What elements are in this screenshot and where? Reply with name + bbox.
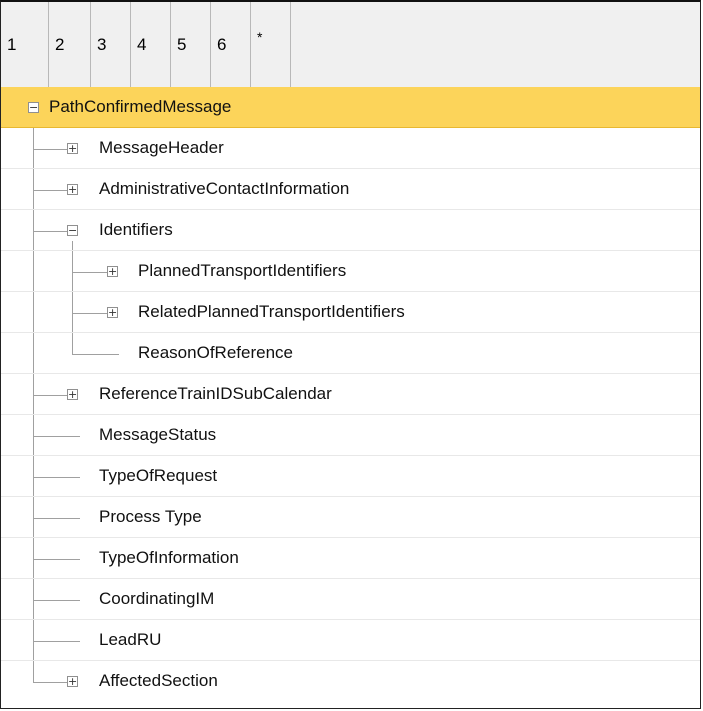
tree-node-label: ReasonOfReference — [138, 343, 293, 362]
tree-connector — [34, 190, 67, 191]
tree-row-planned-transport-identifiers[interactable]: + PlannedTransportIdentifiers — [1, 251, 700, 292]
level-2-button[interactable]: 2 — [49, 2, 91, 87]
tree-connector — [34, 395, 67, 396]
tree-node-label: Process Type — [99, 507, 202, 526]
tree-connector — [34, 477, 80, 478]
tree-connector — [34, 600, 80, 601]
tree-node-label: RelatedPlannedTransportIdentifiers — [138, 302, 405, 321]
expand-icon[interactable]: + — [107, 266, 118, 277]
tree-row-administrative-contact-information[interactable]: + AdministrativeContactInformation — [1, 169, 700, 210]
tree-row-path-confirmed-message[interactable]: − PathConfirmedMessage — [1, 87, 700, 128]
tree-row-message-header[interactable]: + MessageHeader — [1, 128, 700, 169]
level-5-button[interactable]: 5 — [171, 2, 211, 87]
outline-level-bar: 1 2 3 4 5 6 * — [1, 2, 700, 88]
tree-row-process-type[interactable]: Process Type — [1, 497, 700, 538]
tree-view-window: 1 2 3 4 5 6 * − PathConfirmedMessage + M… — [0, 0, 701, 709]
tree-row-affected-section[interactable]: + AffectedSection — [1, 661, 700, 702]
tree-row-type-of-information[interactable]: TypeOfInformation — [1, 538, 700, 579]
tree-connector — [73, 313, 107, 314]
tree-row-message-status[interactable]: MessageStatus — [1, 415, 700, 456]
tree-node-label: CoordinatingIM — [99, 589, 215, 608]
level-1-button[interactable]: 1 — [1, 2, 49, 87]
tree-row-coordinating-im[interactable]: CoordinatingIM — [1, 579, 700, 620]
tree-connector — [34, 518, 80, 519]
tree-row-identifiers[interactable]: − Identifiers — [1, 210, 700, 251]
expand-icon[interactable]: + — [67, 676, 78, 687]
tree-connector — [34, 231, 67, 232]
tree-row-related-planned-transport-identifiers[interactable]: + RelatedPlannedTransportIdentifiers — [1, 292, 700, 333]
tree-row-reason-of-reference[interactable]: ReasonOfReference — [1, 333, 700, 374]
tree-node-label: Identifiers — [99, 220, 173, 239]
tree-node-label: TypeOfRequest — [99, 466, 218, 485]
expand-icon[interactable]: + — [107, 307, 118, 318]
tree-node-label: AffectedSection — [99, 671, 218, 690]
level-3-button[interactable]: 3 — [91, 2, 131, 87]
tree-connector — [34, 682, 67, 683]
tree-row-type-of-request[interactable]: TypeOfRequest — [1, 456, 700, 497]
tree-node-label: PlannedTransportIdentifiers — [138, 261, 347, 280]
tree-node-label: MessageStatus — [99, 425, 217, 444]
tree-connector — [34, 436, 80, 437]
tree-node-label: ReferenceTrainIDSubCalendar — [99, 384, 332, 403]
tree-row-lead-ru[interactable]: LeadRU — [1, 620, 700, 661]
tree-node-label: PathConfirmedMessage — [49, 97, 232, 116]
collapse-icon[interactable]: − — [28, 102, 39, 113]
tree-node-label: AdministrativeContactInformation — [99, 179, 350, 198]
tree-node-label: TypeOfInformation — [99, 548, 239, 567]
tree-row-reference-train-id-sub-calendar[interactable]: + ReferenceTrainIDSubCalendar — [1, 374, 700, 415]
level-6-button[interactable]: 6 — [211, 2, 251, 87]
tree-connector — [34, 149, 67, 150]
expand-icon[interactable]: + — [67, 184, 78, 195]
tree-connector — [73, 272, 107, 273]
tree-connector — [34, 641, 80, 642]
expand-icon[interactable]: + — [67, 389, 78, 400]
tree-node-label: LeadRU — [99, 630, 162, 649]
level-all-button[interactable]: * — [251, 2, 291, 87]
tree-connector — [34, 559, 80, 560]
tree-connector — [73, 354, 119, 355]
collapse-icon[interactable]: − — [67, 225, 78, 236]
level-4-button[interactable]: 4 — [131, 2, 171, 87]
tree-node-label: MessageHeader — [99, 138, 224, 157]
expand-icon[interactable]: + — [67, 143, 78, 154]
